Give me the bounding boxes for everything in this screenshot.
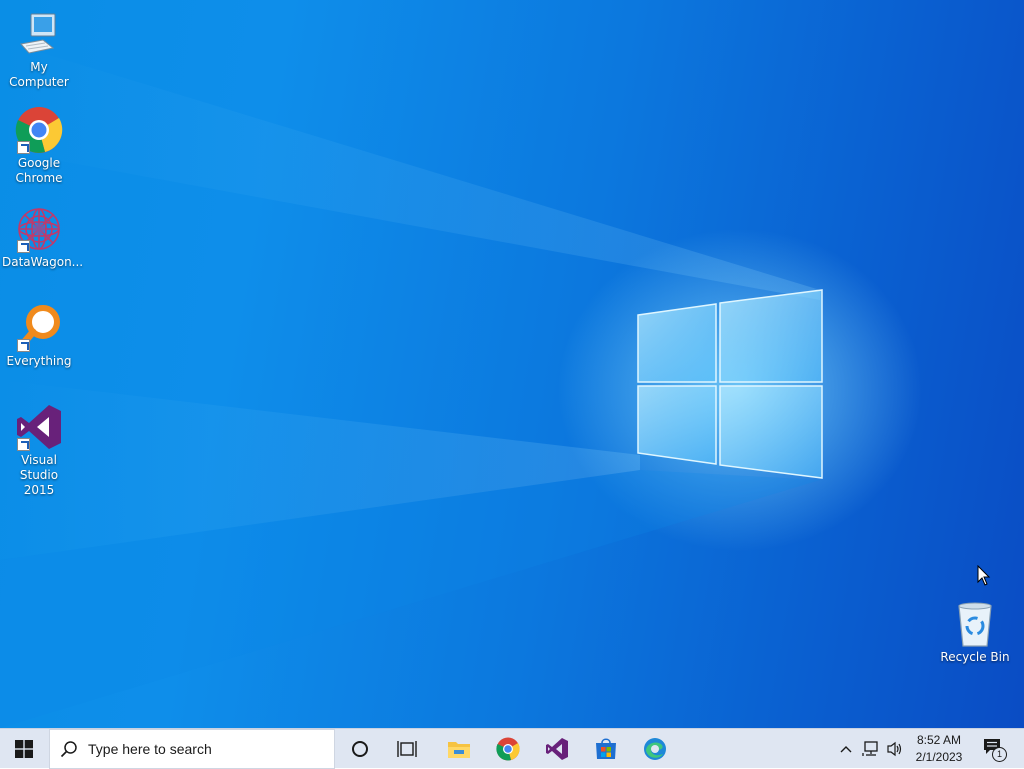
task-view-icon: [397, 741, 417, 757]
chevron-up-icon: [840, 746, 852, 753]
edge-icon: [644, 738, 666, 760]
desktop[interactable]: My Computer Google Chrome DataWagon... E…: [0, 0, 1024, 728]
clock[interactable]: 8:52 AM 2/1/2023: [910, 729, 968, 769]
recycle-bin-icon: [951, 600, 999, 648]
mouse-cursor-icon: [977, 565, 991, 586]
desktop-icon-recycle-bin[interactable]: Recycle Bin: [936, 600, 1014, 665]
shortcut-arrow-icon: [17, 141, 30, 154]
file-explorer-icon: [448, 742, 470, 758]
taskbar-visual-studio[interactable]: [535, 729, 579, 769]
desktop-icon-everything[interactable]: Everything: [0, 304, 78, 369]
shortcut-arrow-icon: [17, 438, 30, 451]
search-icon: [50, 740, 88, 758]
desktop-icon-label: DataWagon...: [2, 255, 84, 269]
visual-studio-icon: [15, 403, 63, 451]
desktop-icon-label: Recycle Bin: [940, 650, 1010, 664]
windows-start-icon: [15, 740, 33, 758]
chrome-icon: [496, 737, 520, 761]
show-hidden-icons-button[interactable]: [836, 729, 856, 769]
taskbar-store[interactable]: [584, 729, 628, 769]
shortcut-arrow-icon: [17, 339, 30, 352]
store-icon: [596, 738, 616, 759]
desktop-icon-datawagon[interactable]: DataWagon...: [0, 205, 84, 270]
cortana-icon: [352, 741, 368, 757]
desktop-icon-label: My Computer: [9, 60, 69, 89]
cortana-button[interactable]: [340, 729, 380, 769]
desktop-icon-label: Visual Studio 2015: [19, 453, 59, 497]
taskbar-file-explorer[interactable]: [437, 729, 481, 769]
datawagon-icon: [15, 205, 63, 253]
speaker-icon: [887, 741, 902, 757]
visual-studio-icon: [546, 738, 568, 760]
notification-count-badge: 1: [992, 747, 1007, 762]
computer-icon: [15, 10, 63, 58]
wallpaper-light-beams: [0, 40, 820, 728]
taskbar-edge[interactable]: [633, 729, 677, 769]
desktop-icon-google-chrome[interactable]: Google Chrome: [0, 106, 78, 186]
desktop-icon-label: Google Chrome: [15, 156, 63, 185]
search-box[interactable]: Type here to search: [49, 729, 335, 769]
taskbar: Type here to search 8:52 AM 2/1/2023 1: [0, 728, 1024, 769]
clock-time: 8:52 AM: [916, 733, 962, 747]
clock-date: 2/1/2023: [915, 750, 963, 764]
shortcut-arrow-icon: [17, 240, 30, 253]
chrome-icon: [15, 106, 63, 154]
network-button[interactable]: [860, 729, 882, 769]
action-center-button[interactable]: 1: [978, 729, 1010, 769]
taskbar-chrome[interactable]: [486, 729, 530, 769]
task-view-button[interactable]: [387, 729, 427, 769]
everything-icon: [15, 304, 63, 352]
desktop-icon-visual-studio-2015[interactable]: Visual Studio 2015: [0, 403, 78, 498]
search-placeholder: Type here to search: [88, 741, 212, 757]
network-icon: [862, 741, 878, 756]
desktop-icon-label: Everything: [6, 354, 72, 368]
start-button[interactable]: [0, 729, 48, 769]
windows-wallpaper-logo: [637, 289, 823, 479]
volume-button[interactable]: [884, 729, 906, 769]
desktop-icon-my-computer[interactable]: My Computer: [0, 10, 78, 90]
